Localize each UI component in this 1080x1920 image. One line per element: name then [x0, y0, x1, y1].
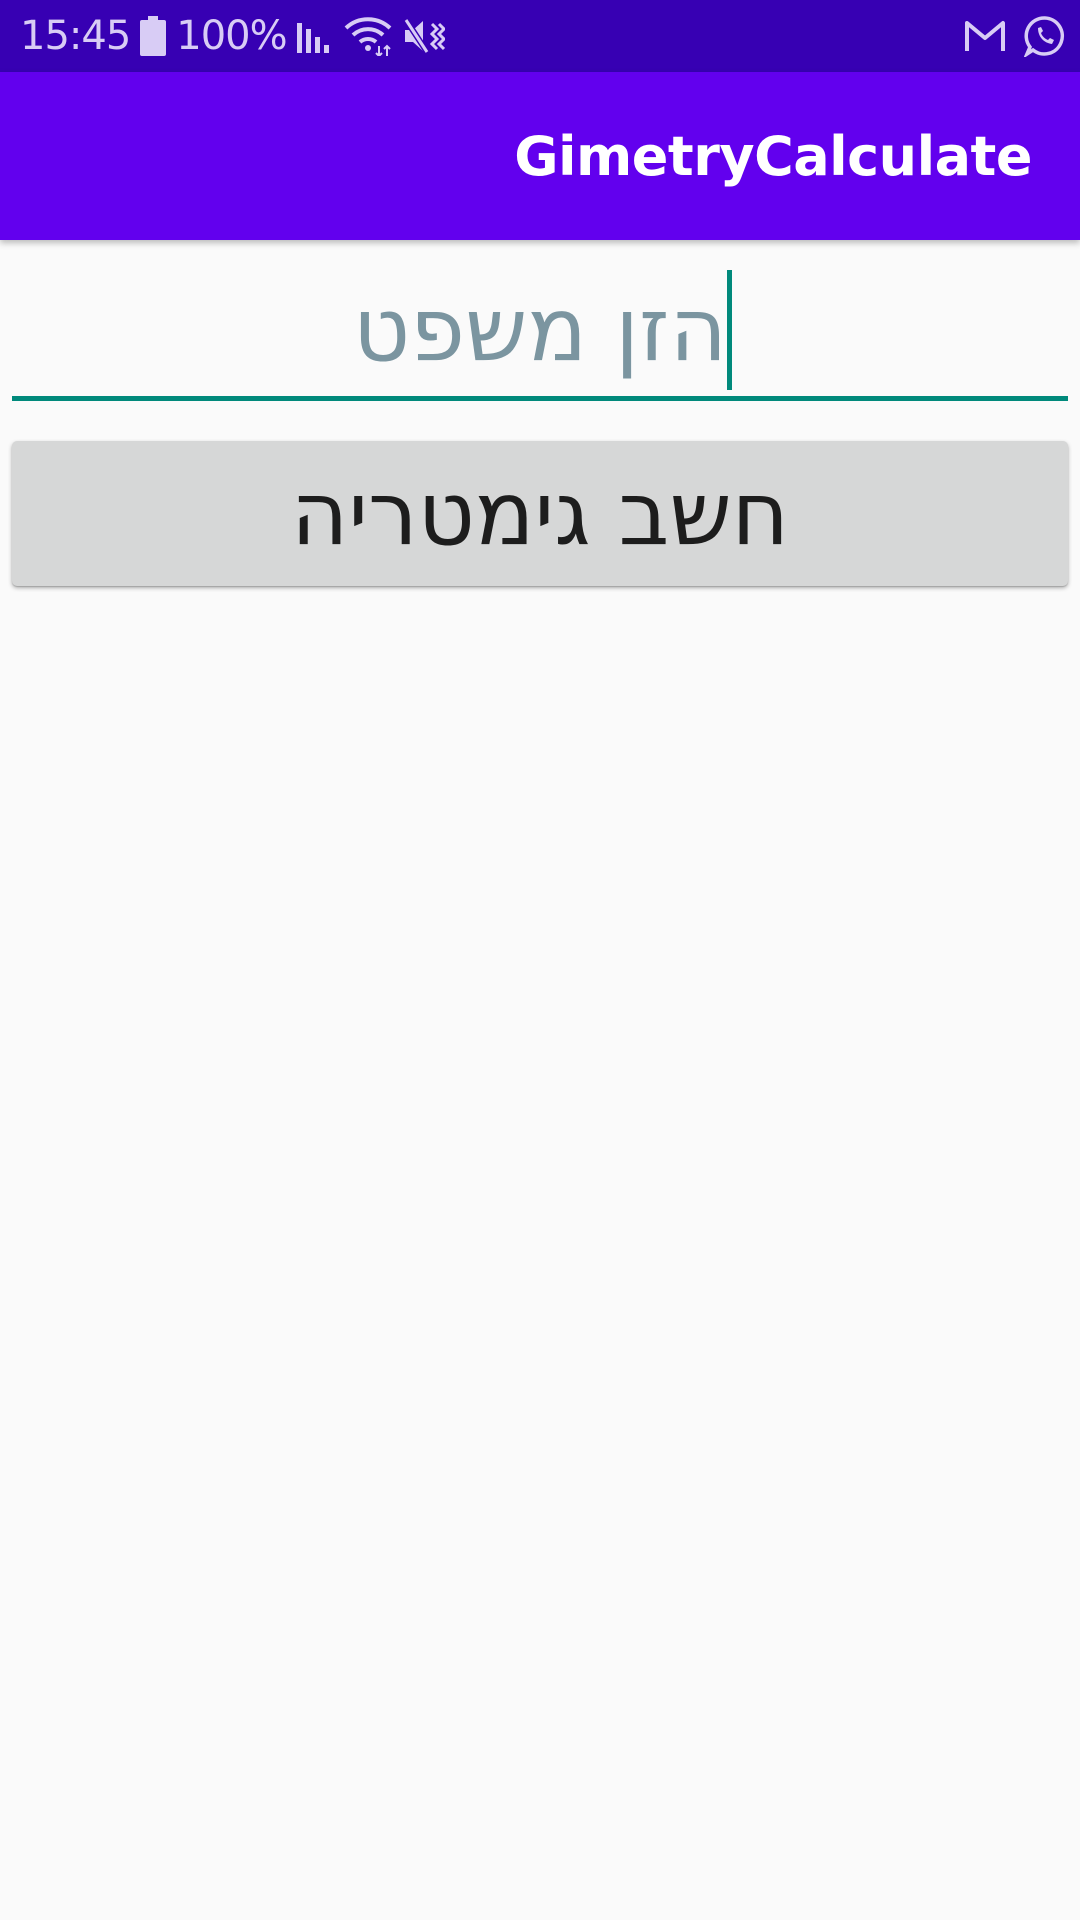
input-underline: [12, 396, 1068, 401]
sentence-input[interactable]: [12, 262, 1068, 396]
battery-percent: 100%: [176, 13, 287, 59]
status-right: [964, 0, 1066, 72]
status-bar: 15:45 100%: [0, 0, 1080, 72]
calculate-gematria-button[interactable]: חשב גימטריה: [12, 441, 1068, 586]
signal-icon: [296, 19, 333, 53]
app-bar: GimetryCalculate: [0, 72, 1080, 240]
gmail-icon: [964, 19, 1006, 53]
battery-icon: [140, 16, 167, 56]
sentence-input-container: [12, 262, 1068, 402]
wifi-icon: [343, 16, 393, 56]
status-time: 15:45: [20, 13, 131, 59]
mute-icon: [403, 16, 445, 56]
whatsapp-icon: [1024, 15, 1066, 57]
status-left: 15:45 100%: [20, 0, 445, 72]
text-cursor: [727, 270, 732, 390]
app-title: GimetryCalculate: [514, 124, 1032, 188]
